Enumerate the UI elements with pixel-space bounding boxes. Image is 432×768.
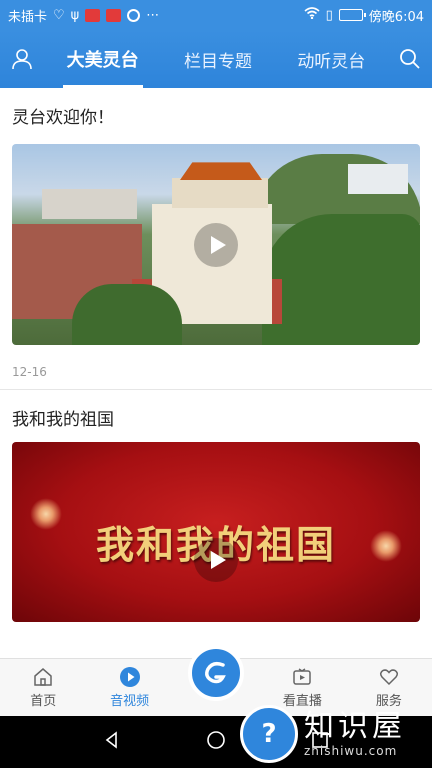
list-item[interactable]: 灵台欢迎你！ 12-16 (0, 88, 432, 389)
more-notifications-icon: ⋯ (146, 7, 160, 23)
video-thumbnail[interactable] (12, 144, 420, 345)
play-circle-icon (119, 666, 141, 688)
watermark: ? 知识屋 zhishiwu.com (240, 700, 432, 768)
battery-icon (338, 9, 366, 21)
play-icon[interactable] (194, 222, 238, 267)
nav-home-label: 首页 (30, 694, 57, 709)
clock-text: 傍晚6:04 (368, 9, 424, 25)
search-icon (400, 49, 420, 69)
watermark-text: 知识屋 (304, 709, 406, 744)
top-header: 大美灵台 栏目专题 动听灵台 (0, 30, 432, 88)
nav-home[interactable]: 首页 (0, 659, 86, 716)
carrier-text: 未插卡 (8, 9, 48, 25)
heart-icon (378, 666, 400, 688)
search-button[interactable] (388, 30, 432, 88)
sim-icon: ▯ (325, 7, 333, 23)
center-logo-button[interactable] (188, 645, 245, 701)
tab-damei-lingtai[interactable]: 大美灵台 (62, 30, 143, 88)
wifi-icon (304, 7, 320, 23)
watermark-url: zhishiwu.com (304, 744, 398, 758)
video-feed: 灵台欢迎你！ 12-16 我和我的祖国 我和我的祖国 (0, 88, 432, 658)
watermark-badge: ? (240, 705, 298, 763)
tv-icon (291, 666, 313, 688)
tab-dongting-lingtai[interactable]: 动听灵台 (293, 30, 369, 88)
usb-icon: ψ (70, 7, 80, 23)
list-item[interactable]: 我和我的祖国 我和我的祖国 (0, 390, 432, 622)
nav-audio-video-label: 音视频 (110, 694, 150, 709)
category-tabs: 大美灵台 栏目专题 动听灵台 (44, 30, 388, 88)
home-circle-icon[interactable] (206, 730, 226, 754)
video-thumbnail[interactable]: 我和我的祖国 (12, 442, 420, 622)
tab-lanmu-zhuanti[interactable]: 栏目专题 (180, 30, 256, 88)
music-notification-icon (127, 8, 141, 22)
video-title[interactable]: 灵台欢迎你！ (12, 88, 420, 140)
home-icon (32, 666, 54, 688)
app-logo-icon (205, 661, 226, 684)
play-icon[interactable] (194, 538, 238, 582)
status-bar: 未插卡 ♡ ψ ⋯ ▯ 傍晚6:04 (0, 0, 432, 30)
heart-icon: ♡ (53, 7, 65, 23)
nav-audio-video[interactable]: 音视频 (86, 659, 172, 716)
user-profile-button[interactable] (0, 30, 44, 88)
back-icon[interactable] (103, 731, 121, 753)
app-notification-icon (85, 8, 101, 22)
video-date: 12-16 (12, 365, 47, 379)
user-icon (12, 49, 32, 70)
video-title[interactable]: 我和我的祖国 (12, 390, 420, 442)
news-notification-icon (106, 8, 122, 22)
